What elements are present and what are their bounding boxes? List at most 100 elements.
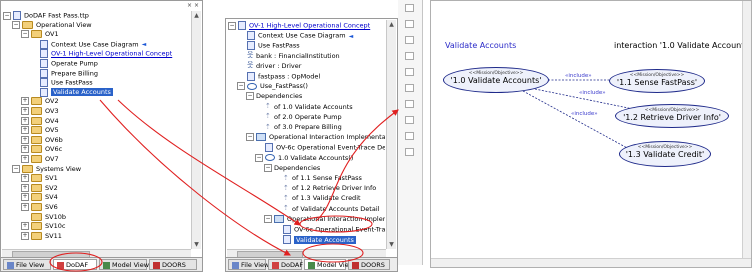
- tree-item[interactable]: − Operational View: [12, 20, 92, 30]
- expand-icon[interactable]: +: [21, 116, 29, 125]
- tree-item[interactable]: + OV3: [21, 107, 59, 116]
- select-tool-icon[interactable]: [405, 4, 414, 12]
- tree-item[interactable]: Use FastPass: [30, 78, 93, 88]
- package-tool-icon[interactable]: [405, 148, 414, 156]
- collapse-icon[interactable]: −: [246, 133, 254, 142]
- tab-file-view[interactable]: File View: [228, 259, 269, 270]
- tree-item[interactable]: − DoDAF Fast Pass.ttp: [3, 11, 89, 20]
- tree-item[interactable]: Context Use Case Diagram ◄: [237, 31, 353, 41]
- tree-item[interactable]: OV-6c Operational Event-Trace Desci: [255, 143, 385, 153]
- tree-item[interactable]: ⇡ of 1.3 Validate Credit: [273, 194, 361, 203]
- tree-item[interactable]: + SV4: [21, 193, 58, 202]
- tree-item[interactable]: − Use_FastPass(): [237, 82, 308, 91]
- diagram-horizontal-scrollbar[interactable]: [431, 258, 751, 267]
- vertical-scrollbar[interactable]: ▲ ▼: [191, 11, 201, 249]
- panel-close-buttons[interactable]: × ×: [187, 2, 199, 9]
- scroll-up-icon[interactable]: ▲: [387, 20, 396, 29]
- expand-icon[interactable]: +: [21, 155, 29, 163]
- tab-dodaf[interactable]: DoDAF: [53, 259, 97, 270]
- expand-icon[interactable]: +: [21, 193, 29, 202]
- tree-item[interactable]: Validate Accounts: [30, 87, 113, 97]
- tree-item[interactable]: ⇡ of 1.1 Sense FastPass: [273, 174, 362, 183]
- expand-icon[interactable]: +: [21, 126, 29, 135]
- expand-icon[interactable]: +: [21, 135, 29, 144]
- tree-item[interactable]: + SV10c: [21, 222, 65, 231]
- actor-tool-icon[interactable]: [405, 20, 414, 28]
- tree-item[interactable]: − Systems View: [12, 164, 81, 174]
- collapse-icon[interactable]: −: [228, 21, 236, 30]
- tree-item[interactable]: − OV1: [21, 30, 59, 39]
- tree-item[interactable]: ⇡ of 1.2 Retrieve Driver Info: [273, 184, 376, 193]
- dependency-tool-icon[interactable]: [405, 68, 414, 76]
- usecase-1-0-validate-accounts[interactable]: <<Mission/Objective>> '1.0 Validate Acco…: [443, 67, 549, 93]
- tree-item[interactable]: − OV-1 High-Level Operational Concept: [228, 21, 370, 30]
- tree-item[interactable]: 웃 bank : FinancialInstitution: [237, 52, 340, 61]
- tree-item[interactable]: SV10b: [21, 212, 66, 222]
- boundary-tool-icon[interactable]: [405, 100, 414, 108]
- tree-item[interactable]: ⇡ of 3.0 Prepare Billing: [255, 123, 342, 132]
- collapse-icon[interactable]: −: [246, 92, 254, 101]
- tree-item[interactable]: − Operational Interaction Implemer: [264, 214, 385, 224]
- tree-item[interactable]: Use FastPass: [237, 41, 300, 51]
- tree-item[interactable]: + SV11: [21, 231, 62, 241]
- note-tool-icon[interactable]: [405, 116, 414, 124]
- collapse-icon[interactable]: −: [264, 214, 272, 223]
- tab-doors[interactable]: DOORS: [149, 259, 197, 270]
- association-tool-icon[interactable]: [405, 52, 414, 60]
- tree-item[interactable]: − 1.0 Validate Accounts(): [255, 153, 353, 163]
- collapse-icon[interactable]: −: [255, 153, 263, 162]
- tree-item[interactable]: + SV2: [21, 183, 58, 193]
- expand-icon[interactable]: +: [21, 107, 29, 115]
- tree-item[interactable]: + SV6: [21, 203, 58, 212]
- expand-icon[interactable]: +: [21, 183, 29, 192]
- expand-icon[interactable]: +: [21, 203, 29, 211]
- anchor-tool-icon[interactable]: [405, 132, 414, 140]
- tree-item[interactable]: + OV6b: [21, 135, 63, 145]
- collapse-icon[interactable]: −: [264, 163, 272, 172]
- tree-item[interactable]: ⇡ of 2.0 Operate Pump: [255, 113, 342, 122]
- tree-item[interactable]: + SV1: [21, 174, 58, 183]
- usecase-tool-icon[interactable]: [405, 36, 414, 44]
- tab-dodaf[interactable]: DoDAF: [268, 259, 303, 270]
- tree-item[interactable]: − Dependencies: [246, 92, 302, 101]
- collapse-icon[interactable]: −: [237, 82, 245, 91]
- diagram-vertical-scrollbar[interactable]: [742, 1, 751, 267]
- vertical-scrollbar[interactable]: ▲ ▼: [386, 20, 396, 249]
- tree-item[interactable]: + OV6c: [21, 145, 62, 154]
- tree-item[interactable]: Operate Pump: [30, 59, 98, 68]
- tab-model-view[interactable]: Model View: [99, 259, 149, 270]
- expand-icon[interactable]: +: [21, 145, 29, 154]
- tree-item[interactable]: − Operational Interaction Implementation …: [246, 133, 385, 142]
- tree-item[interactable]: ⇡ of 1.0 Validate Accounts: [255, 103, 353, 112]
- usecase-1-3-validate-credit[interactable]: <<Mission/Objective>> '1.3 Validate Cred…: [619, 141, 711, 167]
- tree-item[interactable]: fastpass : OpModel: [237, 72, 320, 81]
- scroll-down-icon[interactable]: ▼: [387, 240, 396, 249]
- expand-icon[interactable]: +: [21, 174, 29, 183]
- tree-item[interactable]: OV-1 High-Level Operational Concept: [30, 49, 172, 59]
- collapse-icon[interactable]: −: [21, 30, 29, 39]
- expand-icon[interactable]: +: [21, 222, 29, 231]
- tree-item[interactable]: OV-6c Operational Event-Tra: [273, 225, 385, 234]
- tree-item[interactable]: 웃 driver : Driver: [237, 62, 301, 71]
- usecase-1-2-retrieve-driver-info[interactable]: <<Mission/Objective>> '1.2 Retrieve Driv…: [615, 104, 729, 128]
- generalization-tool-icon[interactable]: [405, 84, 414, 92]
- scroll-down-icon[interactable]: ▼: [192, 240, 201, 249]
- tree-item[interactable]: Prepare Billing: [30, 68, 98, 78]
- expand-icon[interactable]: +: [21, 231, 29, 240]
- collapse-icon[interactable]: −: [12, 20, 20, 29]
- tree-item[interactable]: + OV5: [21, 126, 59, 135]
- collapse-icon[interactable]: −: [3, 11, 11, 20]
- diagram-canvas[interactable]: Validate Accounts interaction '1.0 Valid…: [430, 0, 752, 268]
- tree-item[interactable]: Validate Accounts: [273, 235, 356, 245]
- tree-item[interactable]: − Dependencies: [264, 163, 320, 173]
- tab-file-view[interactable]: File View: [3, 259, 51, 270]
- collapse-icon[interactable]: −: [12, 164, 20, 173]
- expand-icon[interactable]: +: [21, 97, 29, 106]
- tree-item[interactable]: Context Use Case Diagram ◄: [30, 39, 146, 49]
- tree-item[interactable]: + OV2: [21, 97, 59, 106]
- tree-item[interactable]: + OV4: [21, 116, 59, 126]
- tab-doors[interactable]: DOORS: [348, 259, 390, 270]
- scroll-up-icon[interactable]: ▲: [192, 11, 201, 20]
- tree-item[interactable]: ⇡ of Validate Accounts Detail: [273, 205, 379, 214]
- tree-item[interactable]: + OV7: [21, 155, 59, 164]
